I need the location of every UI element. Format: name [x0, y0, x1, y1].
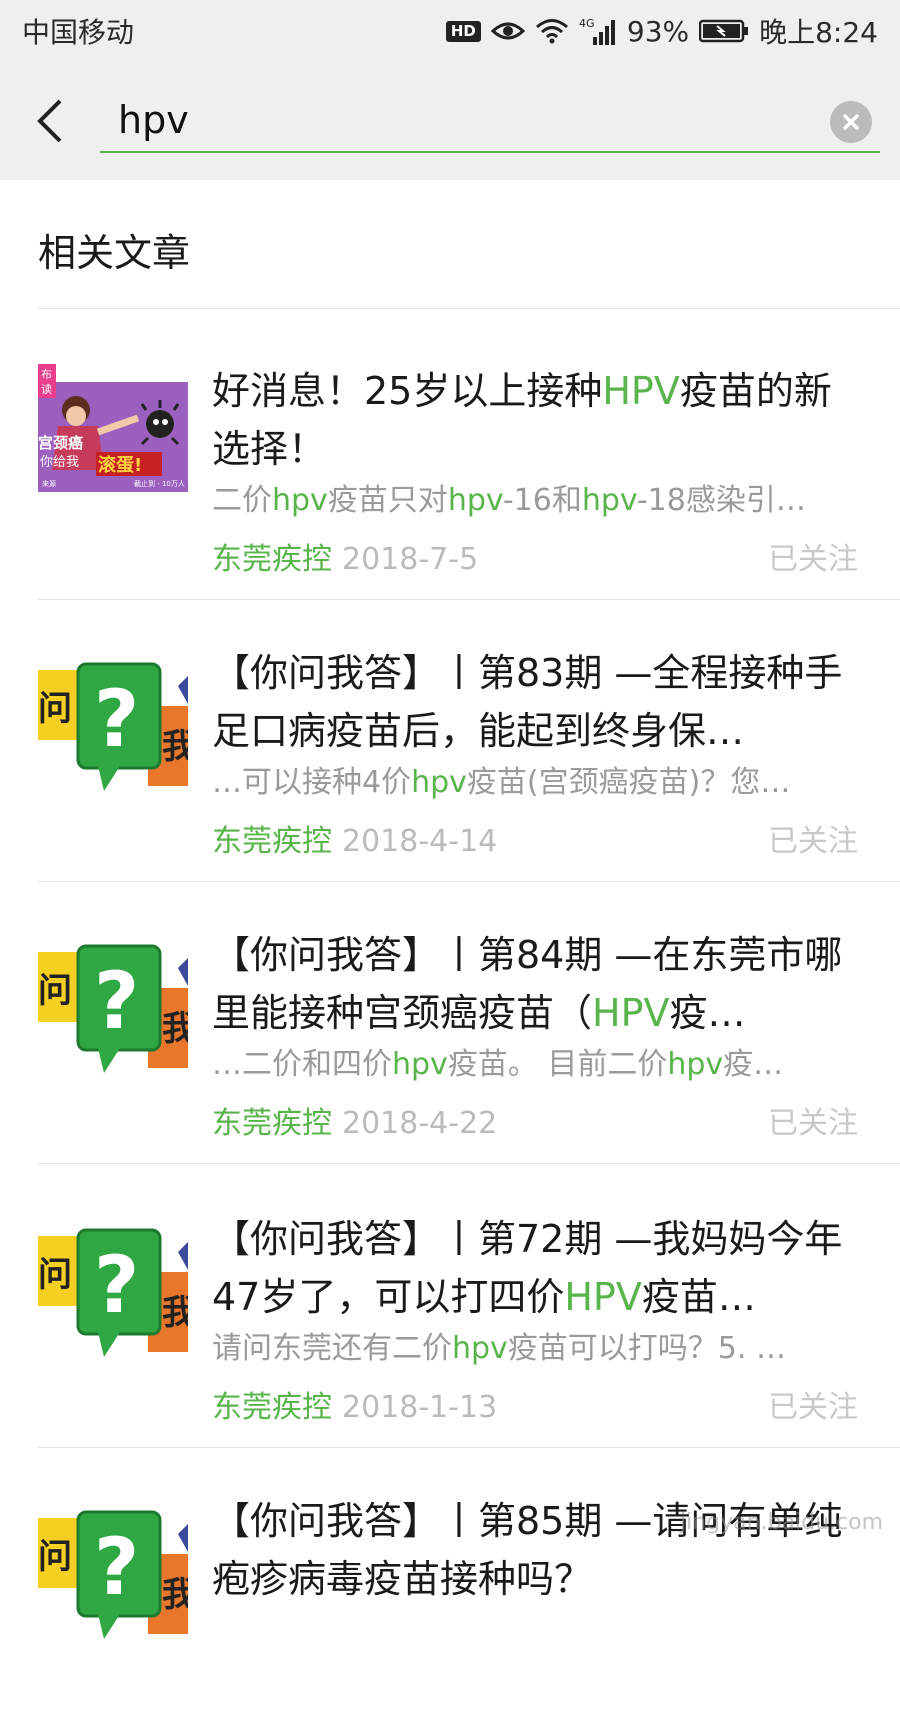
snippet-segment: hpv: [667, 1047, 724, 1082]
svg-text:布: 布: [41, 368, 52, 381]
svg-text:来源: 来源: [42, 479, 56, 488]
result-title[interactable]: 【你问我答】丨第84期 —在东莞市哪里能接种宫颈癌疫苗（HPV疫…: [212, 926, 862, 1042]
title-segment: 疫苗…: [641, 1275, 756, 1319]
account-name[interactable]: 东莞疾控: [212, 1106, 332, 1141]
followed-label: 已关注: [768, 542, 858, 577]
wifi-icon: [535, 18, 569, 44]
back-arrow-icon: [37, 99, 62, 143]
snippet-segment: 疫苗(宫颈癌疫苗)？您…: [466, 765, 791, 800]
search-input[interactable]: [118, 92, 798, 148]
followed-label: 已关注: [768, 1390, 858, 1425]
svg-text:读: 读: [41, 382, 52, 396]
snippet-segment: 疫苗只对: [327, 483, 448, 518]
svg-text:?: ?: [94, 1241, 139, 1331]
publish-date: 2018-4-22: [342, 1106, 498, 1141]
svg-text:?: ?: [94, 675, 139, 765]
svg-text:问: 问: [38, 1537, 72, 1577]
result-title[interactable]: 【你问我答】丨第83期 —全程接种手足口病疫苗后，能起到终身保…: [212, 644, 862, 760]
watermark: jingyan.baidu.com: [680, 1510, 884, 1535]
clear-icon: [843, 114, 859, 130]
snippet-segment: 疫苗可以打吗？5. …: [507, 1331, 786, 1366]
svg-text:宫颈癌: 宫颈癌: [38, 434, 83, 452]
result-item[interactable]: 问我? 【你问我答】丨第72期 —我妈妈今年47岁了，可以打四价HPV疫苗… 请问东…: [0, 1160, 900, 1448]
result-snippet: 二价hpv疫苗只对hpv-16和hpv-18感染引…: [212, 475, 852, 519]
status-icons: HD 4G 93% 晚上8:24: [445, 11, 878, 51]
title-segment: HPV: [592, 991, 670, 1035]
snippet-segment: hpv: [411, 765, 467, 800]
result-item[interactable]: 问我? 【你问我答】丨第85期 —请问有单纯疱疹病毒疫苗接种吗？: [0, 1442, 900, 1730]
svg-text:我: 我: [162, 727, 188, 767]
clear-search-button[interactable]: [830, 101, 872, 143]
svg-text:我: 我: [162, 1009, 188, 1049]
svg-text:问: 问: [38, 689, 72, 729]
snippet-segment: 疫苗。 目前二价: [447, 1047, 668, 1082]
followed-label: 已关注: [768, 824, 858, 859]
battery-icon: [699, 19, 749, 43]
article-thumbnail-qa: 问我?: [38, 928, 188, 1078]
publish-date: 2018-4-14: [342, 824, 498, 859]
title-segment: 【你问我答】丨第84期 —在东莞市哪里能接种宫颈癌疫苗（: [212, 933, 843, 1035]
result-item[interactable]: 问我? 【你问我答】丨第83期 —全程接种手足口病疫苗后，能起到终身保… …可以接种…: [0, 594, 900, 882]
snippet-segment: -16和: [502, 483, 582, 518]
snippet-segment: …二价和四价: [212, 1047, 392, 1082]
account-name[interactable]: 东莞疾控: [212, 1390, 332, 1425]
divider: [38, 308, 900, 309]
back-button[interactable]: [22, 90, 78, 152]
result-item[interactable]: 布读宫颈癌你给我 滚蛋! 来源 截止到 - 10万人 好消息！25岁以上接种HPV疫苗的…: [0, 312, 900, 600]
title-segment: HPV: [564, 1275, 642, 1319]
network-label: 4G: [579, 17, 595, 30]
article-thumbnail-hpv: 布读宫颈癌你给我 滚蛋! 来源 截止到 - 10万人: [38, 360, 188, 510]
result-title[interactable]: 好消息！25岁以上接种HPV疫苗的新选择！: [212, 362, 862, 478]
svg-text:滚蛋!: 滚蛋!: [98, 454, 142, 476]
snippet-segment: hpv: [392, 1047, 448, 1082]
snippet-segment: hpv: [272, 483, 328, 518]
article-thumbnail-qa: 问我?: [38, 646, 188, 796]
svg-text:?: ?: [94, 957, 139, 1047]
snippet-segment: hpv: [581, 483, 637, 518]
clock: 晚上8:24: [759, 16, 878, 49]
publish-date: 2018-1-13: [342, 1390, 498, 1425]
svg-text:你给我: 你给我: [40, 455, 79, 470]
signal-icon: 4G: [579, 17, 617, 45]
result-meta: 东莞疾控 2018-4-22: [212, 1098, 497, 1142]
svg-text:截止到 - 10万人: 截止到 - 10万人: [134, 479, 185, 488]
snippet-segment: hpv: [452, 1331, 508, 1366]
snippet-segment: hpv: [447, 483, 503, 518]
snippet-segment: …可以接种4价: [212, 765, 412, 800]
search-bar: [0, 62, 900, 180]
result-meta: 东莞疾控 2018-1-13: [212, 1382, 497, 1426]
snippet-segment: 疫…: [723, 1047, 784, 1082]
publish-date: 2018-7-5: [342, 542, 479, 577]
title-segment: 疫…: [669, 991, 746, 1035]
hd-badge: HD: [445, 20, 481, 42]
carrier-label: 中国移动: [22, 16, 135, 49]
title-segment: 【你问我答】丨第83期 —全程接种手足口病疫苗后，能起到终身保…: [212, 651, 843, 753]
result-meta: 东莞疾控 2018-4-14: [212, 816, 497, 860]
result-title[interactable]: 【你问我答】丨第72期 —我妈妈今年47岁了，可以打四价HPV疫苗…: [212, 1210, 862, 1326]
article-thumbnail-qa: 问我?: [38, 1212, 188, 1362]
search-underline: [100, 151, 880, 153]
result-item[interactable]: 问我? 【你问我答】丨第84期 —在东莞市哪里能接种宫颈癌疫苗（HPV疫… …二价和…: [0, 876, 900, 1164]
result-snippet: …二价和四价hpv疫苗。 目前二价hpv疫…: [212, 1039, 852, 1083]
snippet-segment: -18感染引…: [636, 483, 806, 518]
eye-icon: [490, 19, 525, 43]
account-name[interactable]: 东莞疾控: [212, 542, 332, 577]
title-segment: HPV: [602, 369, 680, 413]
svg-text:我: 我: [162, 1293, 188, 1333]
result-snippet: 请问东莞还有二价hpv疫苗可以打吗？5. …: [212, 1323, 852, 1367]
account-name[interactable]: 东莞疾控: [212, 824, 332, 859]
result-snippet: …可以接种4价hpv疫苗(宫颈癌疫苗)？您…: [212, 757, 852, 801]
followed-label: 已关注: [768, 1106, 858, 1141]
snippet-segment: 请问东莞还有二价: [212, 1331, 452, 1366]
battery-percent: 93%: [626, 14, 690, 48]
result-meta: 东莞疾控 2018-7-5: [212, 534, 478, 578]
article-thumbnail-qa: 问我?: [38, 1494, 188, 1644]
title-segment: 好消息！25岁以上接种: [212, 369, 603, 413]
section-title: 相关文章: [38, 231, 191, 275]
snippet-segment: 二价: [212, 483, 272, 518]
svg-text:问: 问: [38, 971, 72, 1011]
status-bar: 中国移动 HD 4G 93% 晚上8:24: [0, 0, 900, 62]
svg-text:我: 我: [162, 1575, 188, 1615]
svg-text:问: 问: [38, 1255, 72, 1295]
